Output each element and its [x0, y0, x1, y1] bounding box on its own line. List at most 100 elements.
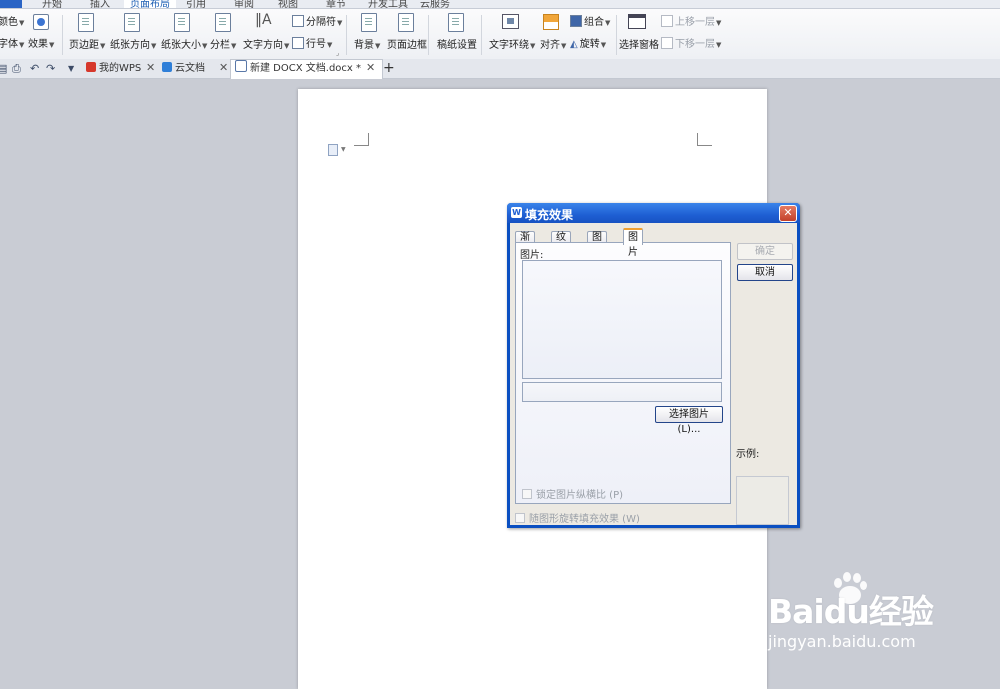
picture-tab-panel: 图片: 选择图片 (L)... 锁定图片纵横比 (P): [515, 242, 731, 504]
background-button[interactable]: 背景▼: [354, 36, 380, 51]
cancel-button[interactable]: 取消: [737, 264, 793, 281]
menu-tab-references[interactable]: 引用: [186, 0, 206, 8]
doc-tab-new-docx[interactable]: 新建 DOCX 文档.docx *: [230, 59, 383, 79]
page-size-button[interactable]: 纸张大小▼: [161, 36, 207, 51]
menu-tab-developer[interactable]: 开发工具: [368, 0, 408, 8]
text-direction-icon: ‖A: [255, 12, 272, 28]
select-picture-button[interactable]: 选择图片 (L)...: [655, 406, 723, 435]
margin-corner-mark: [697, 133, 712, 146]
margins-button[interactable]: 页边距▼: [69, 36, 105, 51]
menu-tab-cloud[interactable]: 云服务: [420, 0, 450, 8]
doc-tab-label: 新建 DOCX 文档.docx *: [250, 63, 362, 74]
menu-tab-chapter[interactable]: 章节: [326, 0, 346, 8]
quick-access-dropdown-icon[interactable]: ▼: [68, 64, 74, 73]
redo-icon[interactable]: ↷: [46, 62, 55, 75]
margins-icon: [78, 13, 94, 32]
doc-tab-my-wps[interactable]: 我的WPS: [82, 60, 156, 77]
text-wrap-icon: [502, 14, 519, 29]
watermark-brand: Baidu经验: [768, 592, 934, 631]
page-size-icon: [174, 13, 190, 32]
margin-corner-mark: [354, 133, 369, 146]
group-button[interactable]: 组合▼: [570, 13, 610, 28]
undo-icon[interactable]: ↶: [30, 62, 39, 75]
align-icon: [543, 14, 559, 30]
ribbon-separator: [346, 15, 347, 55]
bring-forward-button[interactable]: 上移一层▼: [661, 13, 721, 28]
docx-file-icon: [235, 60, 247, 72]
doc-tab-label: 我的WPS: [99, 63, 142, 74]
cloud-doc-icon: [162, 62, 172, 72]
rotate-button[interactable]: ◭ 旋转▼: [570, 35, 606, 50]
chevron-down-icon[interactable]: ▼: [341, 146, 346, 153]
picture-label: 图片:: [520, 250, 544, 261]
text-direction-button[interactable]: 文字方向▼: [243, 36, 289, 51]
new-tab-plus-icon[interactable]: +: [383, 60, 395, 76]
doc-tab-label: 云文档: [175, 63, 205, 74]
menu-bar: 开始 插入 页面布局 引用 审阅 视图 章节 开发工具 云服务: [0, 0, 1000, 9]
theme-font-button[interactable]: 字体▼: [0, 35, 24, 50]
menu-tab-insert[interactable]: 插入: [90, 0, 110, 8]
dialog-title: 填充效果: [525, 208, 574, 222]
app-menu-button[interactable]: [0, 0, 22, 8]
menu-tab-page-layout[interactable]: 页面布局: [124, 0, 176, 8]
print-preview-icon[interactable]: ⎙: [12, 62, 21, 76]
dialog-body: 渐变 纹理 图案 图片 图片: 选择图片 (L)... 锁定图片纵横比 (P) …: [510, 223, 797, 525]
text-wrap-button[interactable]: 文字环绕▼: [489, 36, 535, 51]
dialog-titlebar[interactable]: W 填充效果 ✕: [507, 203, 800, 223]
checkbox-box[interactable]: [522, 489, 532, 499]
columns-button[interactable]: 分栏▼: [210, 36, 236, 51]
fill-effects-dialog: W 填充效果 ✕ 渐变 纹理 图案 图片 图片: 选择图片 (L)... 锁定图…: [507, 203, 800, 528]
checkbox-box[interactable]: [515, 513, 525, 523]
tab-picture[interactable]: 图片: [623, 228, 643, 258]
send-backward-icon: [661, 37, 673, 49]
sample-label: 示例:: [736, 449, 760, 460]
close-button[interactable]: ✕: [779, 205, 797, 222]
send-backward-button[interactable]: 下移一层▼: [661, 35, 721, 50]
columns-icon: [215, 13, 231, 32]
draft-setup-button[interactable]: 稿纸设置: [437, 36, 477, 51]
ribbon-separator: [481, 15, 482, 55]
orientation-icon: [124, 13, 140, 32]
ribbon-separator: [616, 15, 617, 55]
orientation-button[interactable]: 纸张方向▼: [110, 36, 156, 51]
close-tab-icon[interactable]: ✕: [146, 61, 155, 74]
line-numbers-button[interactable]: 行号▼: [292, 35, 332, 50]
checkbox-label: 随图形旋转填充效果 (W): [529, 514, 640, 525]
print-icon[interactable]: ▤: [0, 62, 7, 75]
menu-tab-view[interactable]: 视图: [278, 0, 298, 8]
watermark-url: jingyan.baidu.com: [768, 632, 916, 651]
close-tab-icon[interactable]: ✕: [366, 61, 375, 74]
align-button[interactable]: 对齐▼: [540, 36, 566, 51]
selection-pane-button[interactable]: 选择窗格: [619, 36, 659, 51]
breaks-button[interactable]: 分隔符▼: [292, 13, 342, 28]
group-launcher-icon[interactable]: ⌟: [336, 49, 339, 57]
menu-tab-home[interactable]: 开始: [42, 0, 62, 8]
paragraph-layout-icon[interactable]: [328, 144, 338, 156]
theme-effect-icon[interactable]: [33, 14, 49, 30]
line-numbers-icon: [292, 37, 304, 49]
rotate-with-shape-checkbox[interactable]: 随图形旋转填充效果 (W): [515, 510, 640, 525]
bring-forward-icon: [661, 15, 673, 27]
picture-path-field: [522, 382, 722, 402]
group-icon: [570, 15, 582, 27]
background-icon: [361, 13, 377, 32]
page-border-button[interactable]: 页面边框: [387, 36, 427, 51]
breaks-icon: [292, 15, 304, 27]
sample-preview: [736, 476, 789, 525]
theme-color-button[interactable]: 颜色▼: [0, 13, 24, 28]
wps-logo-icon: W: [511, 207, 522, 218]
ok-button[interactable]: 确定: [737, 243, 793, 260]
theme-effect-button[interactable]: 效果▼: [28, 35, 54, 50]
picture-preview: [522, 260, 722, 379]
ribbon-page-layout: 颜色▼ 字体▼ 效果▼ 页边距▼ 纸张方向▼ 纸张大小▼ 分栏▼ ‖A 文字方向…: [0, 9, 1000, 60]
selection-pane-icon: [628, 14, 646, 29]
draft-setup-icon: [448, 13, 464, 32]
checkbox-label: 锁定图片纵横比 (P): [536, 490, 624, 501]
wps-logo-icon: [86, 62, 96, 72]
lock-aspect-checkbox[interactable]: 锁定图片纵横比 (P): [522, 486, 623, 501]
ribbon-separator: [428, 15, 429, 55]
document-tab-bar: ▤ ⎙ ↶ ↷ ▼ 我的WPS ✕ 云文档 ✕ 新建 DOCX 文档.docx …: [0, 59, 1000, 79]
menu-tab-review[interactable]: 审阅: [234, 0, 254, 8]
close-tab-icon[interactable]: ✕: [219, 61, 228, 74]
ribbon-separator: [62, 15, 63, 55]
